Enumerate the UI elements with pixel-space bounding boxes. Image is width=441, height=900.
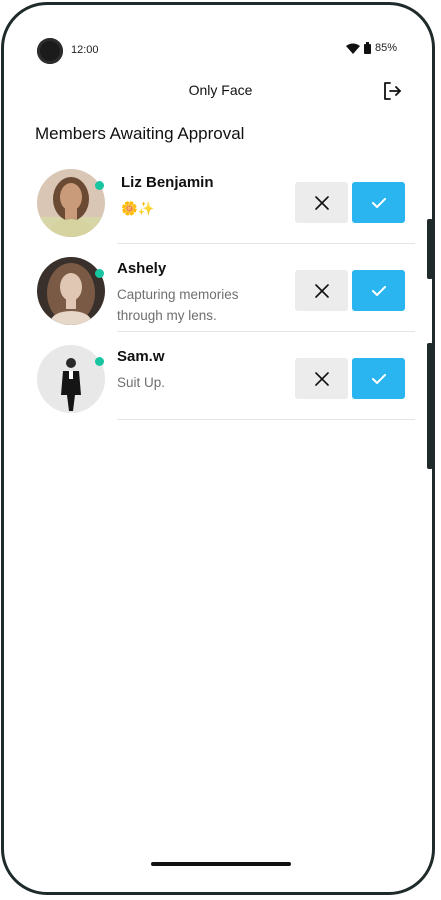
check-icon bbox=[371, 285, 386, 296]
online-status-indicator bbox=[95, 357, 104, 366]
member-name: Sam.w bbox=[117, 348, 165, 365]
check-icon bbox=[371, 373, 386, 384]
member-bio: 🌼✨ bbox=[121, 201, 155, 216]
divider bbox=[117, 243, 415, 244]
divider bbox=[117, 331, 415, 332]
list-item: Ashely Capturing memories through my len… bbox=[0, 252, 441, 340]
member-list: Liz Benjamin 🌼✨ Ashely Capturing memorie… bbox=[0, 164, 441, 428]
status-icons: 85% bbox=[345, 42, 397, 54]
reject-button[interactable] bbox=[295, 358, 348, 399]
avatar[interactable] bbox=[37, 169, 105, 237]
reject-button[interactable] bbox=[295, 182, 348, 223]
online-status-indicator bbox=[95, 181, 104, 190]
member-bio: Suit Up. bbox=[117, 375, 166, 390]
member-name: Ashely bbox=[117, 260, 167, 277]
close-icon bbox=[314, 283, 329, 298]
check-icon bbox=[371, 197, 386, 208]
member-bio: Capturing memories through my lens. bbox=[117, 287, 239, 323]
online-status-indicator bbox=[95, 269, 104, 278]
divider bbox=[117, 419, 415, 420]
status-bar: 12:00 85% bbox=[37, 38, 397, 66]
home-indicator[interactable] bbox=[151, 862, 291, 866]
approve-button[interactable] bbox=[352, 270, 405, 311]
approve-button[interactable] bbox=[352, 358, 405, 399]
close-icon bbox=[314, 195, 329, 210]
list-item: Liz Benjamin 🌼✨ bbox=[0, 164, 441, 252]
wifi-icon bbox=[345, 43, 360, 54]
member-name: Liz Benjamin bbox=[121, 174, 214, 191]
front-camera-icon bbox=[37, 38, 63, 64]
logout-icon[interactable] bbox=[381, 80, 403, 102]
approve-button[interactable] bbox=[352, 182, 405, 223]
reject-button[interactable] bbox=[295, 270, 348, 311]
battery-icon bbox=[363, 42, 371, 54]
section-title: Members Awaiting Approval bbox=[35, 124, 245, 143]
avatar[interactable] bbox=[37, 257, 105, 325]
status-time: 12:00 bbox=[71, 44, 99, 56]
avatar[interactable] bbox=[37, 345, 105, 413]
close-icon bbox=[314, 371, 329, 386]
battery-percent: 85% bbox=[374, 42, 397, 54]
app-title: Only Face bbox=[188, 82, 253, 98]
list-item: Sam.w Suit Up. bbox=[0, 340, 441, 428]
